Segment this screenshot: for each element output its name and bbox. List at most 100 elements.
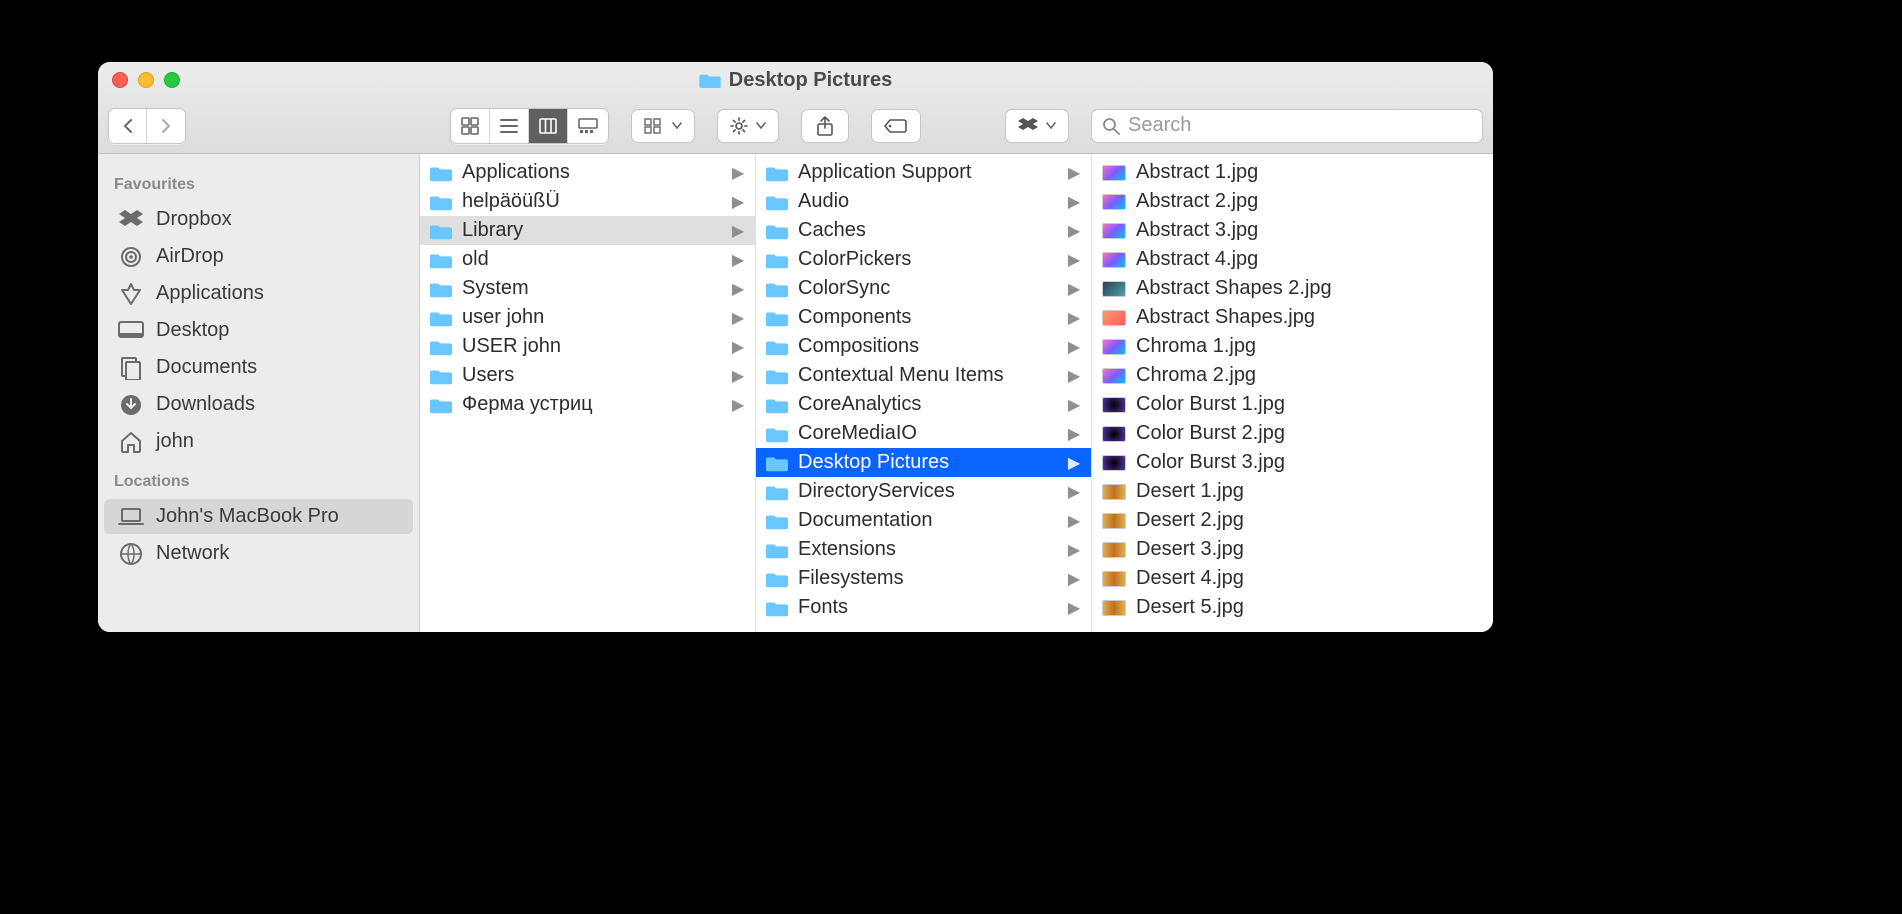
file-row[interactable]: Color Burst 1.jpg (1092, 390, 1493, 419)
forward-button[interactable] (147, 109, 185, 143)
folder-row[interactable]: Caches▶ (756, 216, 1091, 245)
folder-row[interactable]: Application Support▶ (756, 158, 1091, 187)
item-label: Filesystems (798, 567, 1057, 590)
folder-row[interactable]: Documentation▶ (756, 506, 1091, 535)
file-row[interactable]: Abstract 3.jpg (1092, 216, 1493, 245)
column[interactable]: Applications▶helpäöüßÜ▶Library▶old▶Syste… (420, 154, 756, 632)
file-row[interactable]: Desert 2.jpg (1092, 506, 1493, 535)
folder-row[interactable]: ColorPickers▶ (756, 245, 1091, 274)
folder-row[interactable]: ColorSync▶ (756, 274, 1091, 303)
sidebar[interactable]: FavouritesDropboxAirDropApplicationsDesk… (98, 154, 420, 632)
folder-row[interactable]: Library▶ (420, 216, 755, 245)
sidebar-item-label: Dropbox (156, 208, 232, 231)
item-label: System (462, 277, 721, 300)
folder-row[interactable]: USER john▶ (420, 332, 755, 361)
item-label: Desert 1.jpg (1136, 480, 1483, 503)
group-by-button[interactable] (631, 109, 695, 143)
sidebar-item[interactable]: Desktop (104, 313, 413, 348)
share-button[interactable] (801, 109, 849, 143)
item-label: USER john (462, 335, 721, 358)
folder-icon (699, 72, 721, 88)
file-row[interactable]: Chroma 1.jpg (1092, 332, 1493, 361)
back-button[interactable] (109, 109, 147, 143)
folder-row[interactable]: Contextual Menu Items▶ (756, 361, 1091, 390)
sidebar-item[interactable]: Applications (104, 276, 413, 311)
image-thumbnail-icon (1102, 484, 1126, 500)
search-field[interactable] (1091, 109, 1483, 143)
folder-row[interactable]: old▶ (420, 245, 755, 274)
sidebar-item[interactable]: Documents (104, 350, 413, 385)
sidebar-item-label: Desktop (156, 319, 229, 342)
sidebar-item-label: john (156, 430, 194, 453)
item-label: Documentation (798, 509, 1057, 532)
file-row[interactable]: Abstract Shapes 2.jpg (1092, 274, 1493, 303)
file-row[interactable]: Color Burst 3.jpg (1092, 448, 1493, 477)
folder-row[interactable]: Users▶ (420, 361, 755, 390)
folder-row[interactable]: Filesystems ▶ (756, 564, 1091, 593)
folder-row[interactable]: CoreAnalytics▶ (756, 390, 1091, 419)
file-row[interactable]: Abstract 1.jpg (1092, 158, 1493, 187)
file-row[interactable]: Abstract 2.jpg (1092, 187, 1493, 216)
view-column-button[interactable] (529, 109, 568, 143)
sidebar-item[interactable]: Downloads (104, 387, 413, 422)
folder-row[interactable]: Components▶ (756, 303, 1091, 332)
folder-row[interactable]: Fonts▶ (756, 593, 1091, 622)
downloads-icon (118, 394, 144, 416)
search-input[interactable] (1128, 114, 1472, 137)
folder-row[interactable]: System ▶ (420, 274, 755, 303)
sidebar-item[interactable]: John's MacBook Pro (104, 499, 413, 534)
file-row[interactable]: Color Burst 2.jpg (1092, 419, 1493, 448)
folder-icon (766, 396, 788, 414)
sidebar-item[interactable]: AirDrop (104, 239, 413, 274)
folder-row[interactable]: Compositions▶ (756, 332, 1091, 361)
laptop-icon (118, 506, 144, 528)
chevron-right-icon: ▶ (731, 279, 745, 299)
folder-row[interactable]: user john▶ (420, 303, 755, 332)
sidebar-item[interactable]: Dropbox (104, 202, 413, 237)
view-list-button[interactable] (490, 109, 529, 143)
folder-icon (430, 222, 452, 240)
sidebar-item[interactable]: john (104, 424, 413, 459)
chevron-right-icon: ▶ (1067, 453, 1081, 473)
image-thumbnail-icon (1102, 368, 1126, 384)
item-label: Applications (462, 161, 721, 184)
folder-row[interactable]: CoreMediaIO▶ (756, 419, 1091, 448)
file-row[interactable]: Desert 4.jpg (1092, 564, 1493, 593)
folder-row[interactable]: Applications▶ (420, 158, 755, 187)
chevron-down-icon (1046, 122, 1056, 130)
view-gallery-button[interactable] (568, 109, 608, 143)
folder-row[interactable]: Ферма устриц▶ (420, 390, 755, 419)
image-thumbnail-icon (1102, 339, 1126, 355)
chevron-right-icon: ▶ (1067, 569, 1081, 589)
file-row[interactable]: Desert 3.jpg (1092, 535, 1493, 564)
grid-icon (461, 117, 479, 135)
folder-row[interactable]: DirectoryServices▶ (756, 477, 1091, 506)
file-row[interactable]: Chroma 2.jpg (1092, 361, 1493, 390)
item-label: Color Burst 3.jpg (1136, 451, 1483, 474)
file-row[interactable]: Abstract 4.jpg (1092, 245, 1493, 274)
view-icon-button[interactable] (451, 109, 490, 143)
minimize-button[interactable] (138, 72, 154, 88)
folder-row[interactable]: Extensions▶ (756, 535, 1091, 564)
file-row[interactable]: Desert 5.jpg (1092, 593, 1493, 622)
home-icon (118, 431, 144, 453)
image-thumbnail-icon (1102, 513, 1126, 529)
item-label: Chroma 1.jpg (1136, 335, 1483, 358)
file-row[interactable]: Desert 1.jpg (1092, 477, 1493, 506)
zoom-button[interactable] (164, 72, 180, 88)
column[interactable]: Application Support▶Audio▶Caches▶ColorPi… (756, 154, 1092, 632)
folder-row[interactable]: Audio▶ (756, 187, 1091, 216)
action-button[interactable] (717, 109, 779, 143)
dropbox-toolbar-button[interactable] (1005, 109, 1069, 143)
item-label: Color Burst 2.jpg (1136, 422, 1483, 445)
file-row[interactable]: Abstract Shapes.jpg (1092, 303, 1493, 332)
sidebar-item[interactable]: Network (104, 536, 413, 571)
folder-row[interactable]: Desktop Pictures▶ (756, 448, 1091, 477)
close-button[interactable] (112, 72, 128, 88)
column[interactable]: Abstract 1.jpgAbstract 2.jpgAbstract 3.j… (1092, 154, 1493, 632)
tags-button[interactable] (871, 109, 921, 143)
folder-row[interactable]: helpäöüßÜ▶ (420, 187, 755, 216)
titlebar: Desktop Pictures (98, 62, 1493, 98)
globe-icon (118, 543, 144, 565)
item-label: Users (462, 364, 721, 387)
